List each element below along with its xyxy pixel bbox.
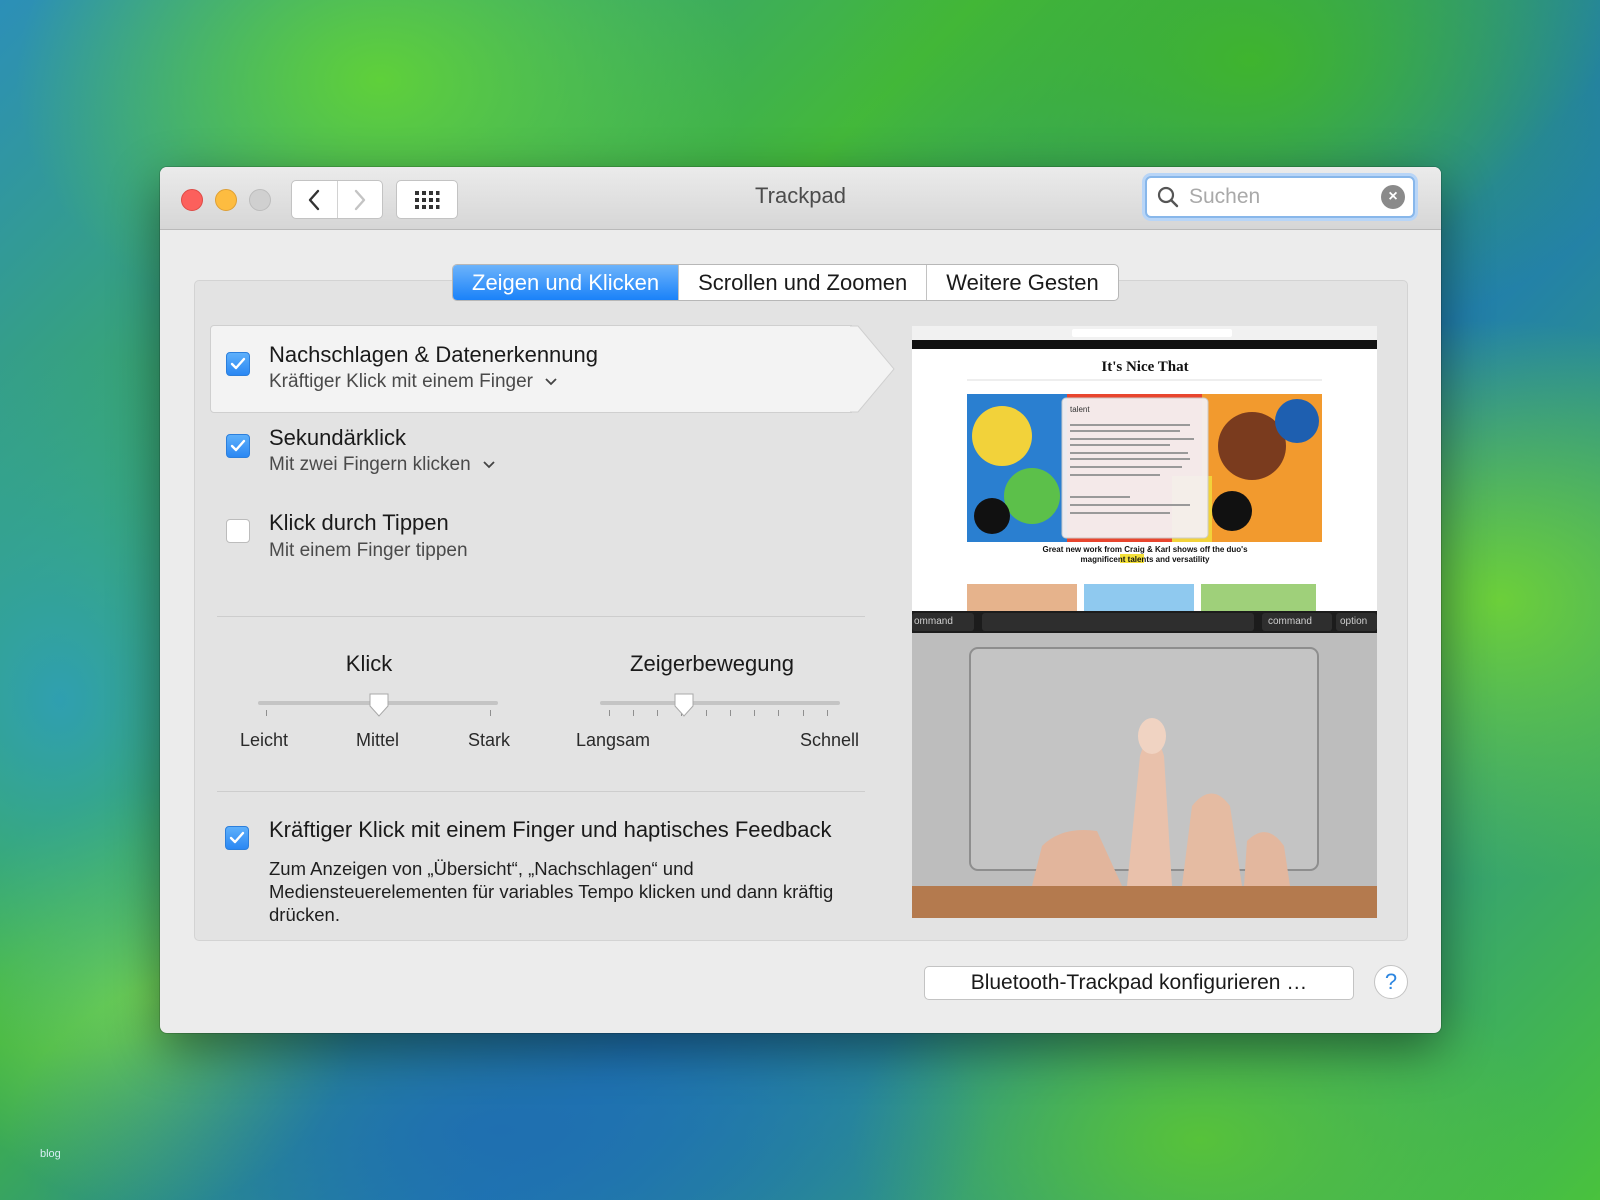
tab-scroll-and-zoom[interactable]: Scrollen und Zoomen (678, 265, 926, 300)
divider (217, 791, 865, 792)
slider-tick (778, 710, 779, 716)
click-label-firm: Stark (468, 730, 511, 750)
preview-headline-line-1: Great new work from Craig & Karl shows o… (1042, 545, 1248, 554)
clear-search-icon[interactable]: × (1381, 185, 1405, 209)
show-all-button[interactable] (396, 180, 458, 219)
tab-more-gestures[interactable]: Weitere Gesten (926, 265, 1117, 300)
selection-arrow (850, 325, 895, 413)
close-window-button[interactable] (181, 189, 203, 211)
click-label-light: Leicht (240, 730, 289, 750)
click-slider-title: Klick (345, 651, 393, 676)
preview-headline-line-2: magnificent talents and versatility (1081, 555, 1210, 564)
tracking-label-fast: Schnell (800, 730, 860, 750)
secondary-click-subtitle-dropdown[interactable]: Mit zwei Fingern klicken (269, 454, 495, 476)
tap-to-click-subtitle: Mit einem Finger tippen (269, 540, 468, 561)
grid-icon (415, 190, 440, 209)
tap-to-click-title: Klick durch Tippen (269, 510, 449, 535)
trackpad-preferences-window: Trackpad × Zeigen und Klicken Scrollen u… (160, 167, 1441, 1033)
navigation-buttons (291, 180, 383, 219)
tracking-label-slow: Langsam (576, 730, 651, 750)
checkmark-icon (230, 357, 246, 370)
secondary-click-checkbox[interactable] (226, 434, 250, 458)
configure-bluetooth-trackpad-button[interactable]: Bluetooth-Trackpad konfigurieren … (924, 966, 1354, 1000)
selected-option-highlight (210, 325, 852, 413)
search-field[interactable]: × (1145, 176, 1415, 218)
preview-key-command-right: command (1268, 616, 1312, 627)
tracking-slider-track[interactable] (600, 701, 840, 705)
zoom-window-button (249, 189, 271, 211)
minimize-window-button[interactable] (215, 189, 237, 211)
search-icon (1157, 186, 1179, 208)
preview-key-option: option (1340, 616, 1367, 627)
slider-tick (609, 710, 610, 716)
tap-to-click-checkbox[interactable] (226, 519, 250, 543)
chevron-left-icon (309, 189, 320, 210)
chevron-right-icon (354, 189, 365, 210)
gesture-preview: It's Nice That talent Great new work fro… (912, 326, 1377, 918)
back-button[interactable] (292, 181, 337, 218)
slider-tick (490, 710, 491, 716)
click-slider-thumb[interactable] (368, 693, 390, 717)
force-click-checkbox[interactable] (225, 826, 249, 850)
chevron-down-icon (483, 461, 495, 469)
preview-illustration: It's Nice That talent Great new work fro… (912, 326, 1377, 918)
divider (217, 616, 865, 617)
lookup-title: Nachschlagen & Datenerkennung (269, 342, 599, 367)
preview-popup-word: talent (1070, 405, 1090, 414)
click-label-medium: Mittel (356, 730, 400, 750)
tracking-slider-thumb[interactable] (673, 693, 695, 717)
force-click-title: Kräftiger Klick mit einem Finger und hap… (269, 817, 832, 842)
tab-point-and-click[interactable]: Zeigen und Klicken (453, 265, 679, 300)
watermark-text: blog (40, 1148, 61, 1160)
slider-tick (266, 710, 267, 716)
checkmark-icon (229, 831, 245, 844)
slider-tick (754, 710, 755, 716)
secondary-click-subtitle: Mit zwei Fingern klicken (269, 454, 471, 475)
slider-tick (803, 710, 804, 716)
tracking-slider-title: Zeigerbewegung (630, 651, 794, 676)
slider-tick (827, 710, 828, 716)
lookup-subtitle: Kräftiger Klick mit einem Finger (269, 371, 533, 392)
chevron-down-icon (545, 378, 557, 386)
help-button[interactable]: ? (1374, 965, 1408, 999)
slider-tick (706, 710, 707, 716)
lookup-subtitle-dropdown[interactable]: Kräftiger Klick mit einem Finger (269, 371, 557, 393)
forward-button[interactable] (336, 181, 383, 218)
preview-key-command-left: ommand (914, 616, 953, 627)
tab-bar: Zeigen und Klicken Scrollen und Zoomen W… (452, 264, 1119, 301)
preview-site-title: It's Nice That (1101, 359, 1188, 375)
slider-tick (657, 710, 658, 716)
slider-tick (633, 710, 634, 716)
slider-tick (730, 710, 731, 716)
force-click-description: Zum Anzeigen von „Übersicht“, „Nachschla… (269, 858, 834, 925)
secondary-click-title: Sekundärklick (269, 425, 406, 450)
search-input[interactable] (1187, 184, 1381, 210)
lookup-checkbox[interactable] (226, 352, 250, 376)
checkmark-icon (230, 439, 246, 452)
title-bar[interactable]: Trackpad × (160, 167, 1441, 230)
